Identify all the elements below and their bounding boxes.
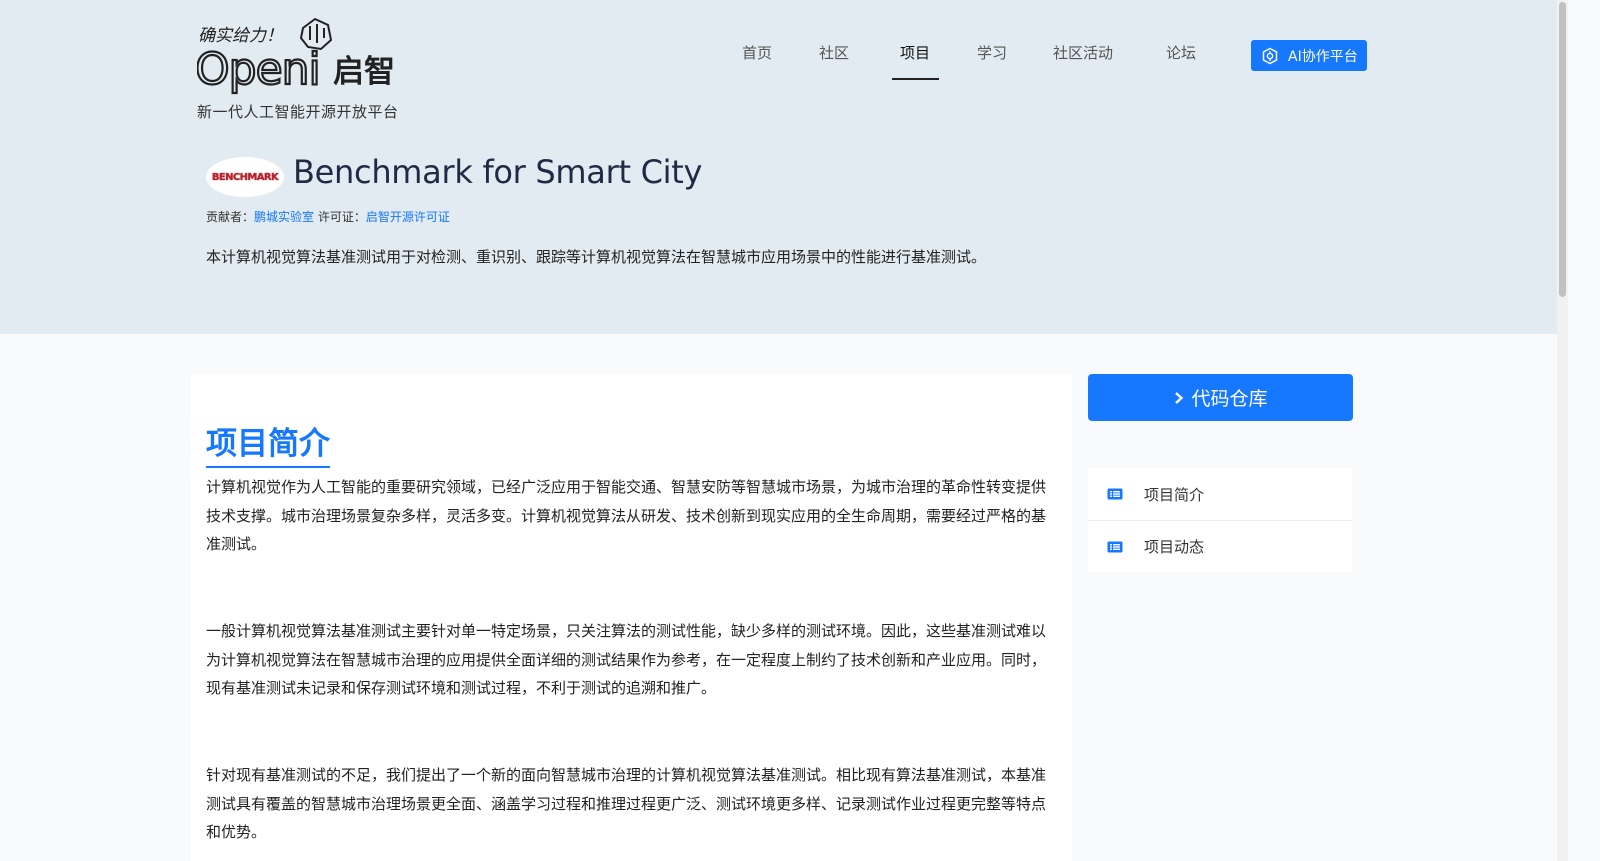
nav-projects[interactable]: 项目 [900, 42, 930, 63]
intro-paragraph: 针对现有基准测试的不足，我们提出了一个新的面向智慧城市治理的计算机视觉算法基准测… [206, 766, 1047, 841]
nav-home[interactable]: 首页 [742, 42, 772, 63]
sidebar-item-news[interactable]: 项目动态 [1088, 520, 1352, 572]
project-meta: 贡献者：鹏城实验室 许可证：启智开源许可证 [206, 208, 450, 225]
openi-logo[interactable]: 确实给力！ Openi 启智 [194, 16, 407, 96]
ai-brain-icon [1262, 47, 1278, 64]
license-link[interactable]: 启智开源许可证 [366, 210, 450, 224]
scrollbar-thumb[interactable] [1559, 2, 1566, 297]
page-scrollbar[interactable] [1557, 0, 1568, 861]
nav-community-events[interactable]: 社区活动 [1053, 42, 1113, 63]
logo-cn-name: 启智 [333, 54, 395, 90]
project-title: Benchmark for Smart City [293, 153, 703, 191]
project-logo-text: BENCHMARK [211, 171, 279, 183]
code-repo-button[interactable]: 代码仓库 [1088, 374, 1353, 421]
intro-paragraph: 计算机视觉作为人工智能的重要研究领域，已经广泛应用于智能交通、智慧安防等智慧城市… [206, 478, 1047, 553]
logo-handwritten-text: 确实给力！ [198, 26, 283, 46]
logo-wordmark: Openi [197, 44, 320, 95]
contributor-label: 贡献者： [206, 210, 255, 224]
nav-active-indicator [892, 78, 939, 80]
intro-paragraph: 一般计算机视觉算法基准测试主要针对单一特定场景，只关注算法的测试性能，缺少多样的… [206, 622, 1047, 697]
sidebar-item-intro[interactable]: 项目简介 [1088, 468, 1352, 520]
license-label: 许可证： [317, 210, 366, 224]
ai-platform-button[interactable]: AI协作平台 [1251, 40, 1367, 71]
ai-platform-label: AI协作平台 [1288, 48, 1358, 65]
nav-community[interactable]: 社区 [819, 42, 849, 63]
chevron-right-icon [1175, 391, 1184, 404]
project-logo: BENCHMARK [206, 157, 284, 197]
sidebar-menu: 项目简介 项目动态 [1088, 468, 1352, 572]
openi-logo-graphic: 确实给力！ Openi 启智 [194, 17, 395, 96]
list-icon [1107, 488, 1123, 500]
contributor-link[interactable]: 鹏城实验室 [254, 210, 314, 224]
project-summary: 本计算机视觉算法基准测试用于对检测、重识别、跟踪等计算机视觉算法在智慧城市应用场… [206, 248, 987, 266]
intro-section-title: 项目简介 [206, 418, 330, 468]
list-icon [1107, 541, 1123, 552]
platform-slogan: 新一代人工智能开源开放平台 [197, 103, 399, 121]
code-repo-label: 代码仓库 [1191, 388, 1268, 410]
nav-learn[interactable]: 学习 [977, 42, 1007, 63]
nav-forum[interactable]: 论坛 [1166, 42, 1196, 63]
sidebar-item-label: 项目简介 [1144, 485, 1205, 504]
sidebar-item-label: 项目动态 [1144, 538, 1205, 556]
